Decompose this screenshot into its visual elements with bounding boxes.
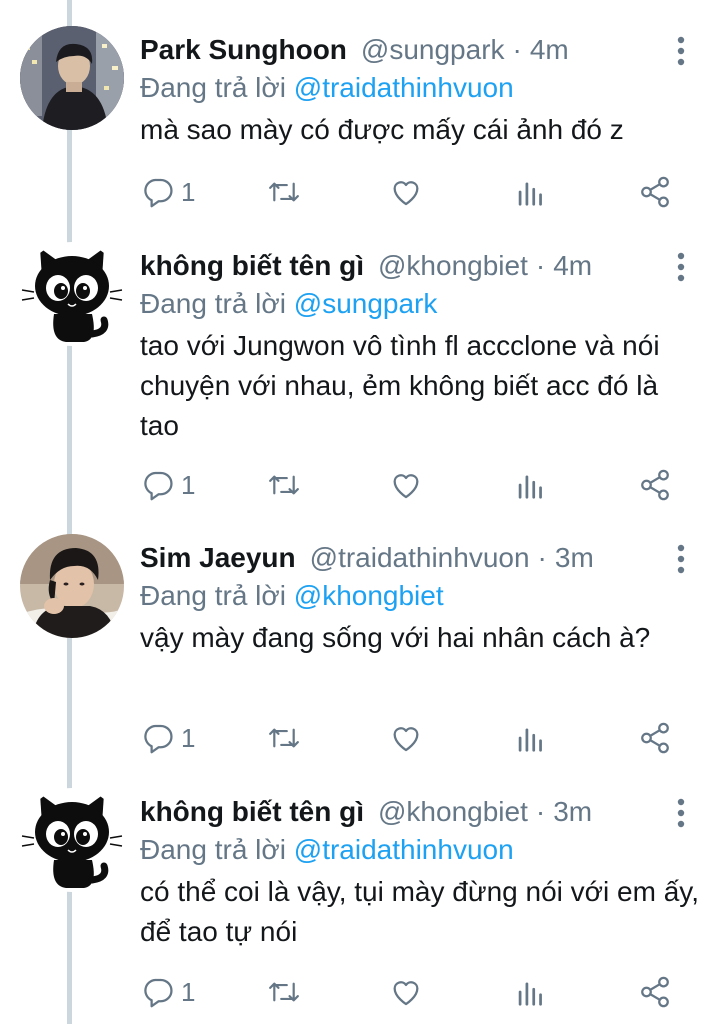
share-icon <box>641 176 669 208</box>
reply-button[interactable]: 1 <box>141 465 195 505</box>
tweet-text: có thể coi là vậy, tụi mày đừng nói với … <box>140 876 699 947</box>
share-icon <box>641 469 669 501</box>
more-icon[interactable] <box>674 252 688 282</box>
user-handle[interactable]: @khongbiet <box>378 244 528 288</box>
like-icon <box>393 181 419 206</box>
avatar[interactable] <box>20 26 124 130</box>
display-name[interactable]: Sim Jaeyun <box>140 536 296 580</box>
share-button[interactable] <box>638 465 672 505</box>
share-icon <box>641 976 669 1008</box>
display-name[interactable]: không biết tên gì <box>140 244 364 288</box>
timestamp[interactable]: 3m <box>553 790 592 834</box>
retweet-button[interactable] <box>266 718 302 758</box>
separator: · <box>537 542 547 573</box>
tweet-header: không biết tên gì @khongbiet · 3m <box>140 790 592 834</box>
reply-count: 1 <box>181 723 196 753</box>
replying-label: Đang trả lời <box>140 288 286 319</box>
like-icon <box>393 981 419 1006</box>
reply-button[interactable]: 1 <box>141 972 195 1012</box>
replying-to: Đang trả lời @traidathinhvuon <box>140 830 514 870</box>
avatar[interactable] <box>20 534 124 638</box>
timestamp[interactable]: 4m <box>553 244 592 288</box>
reply-icon <box>144 724 173 754</box>
analytics-icon <box>518 475 542 499</box>
analytics-button[interactable] <box>516 718 546 758</box>
tweet-header: Park Sunghoon @sungpark · 4m <box>140 28 569 72</box>
retweet-icon <box>269 728 299 748</box>
timestamp[interactable]: 3m <box>555 536 594 580</box>
avatar[interactable] <box>20 242 124 346</box>
photo-avatar-night-city <box>20 26 124 130</box>
analytics-icon <box>518 982 542 1006</box>
like-button[interactable] <box>389 172 423 212</box>
tweet-text: vậy mày đang sống với hai nhân cách à? <box>140 622 651 653</box>
timestamp[interactable]: 4m <box>530 28 569 72</box>
reply-button[interactable]: 1 <box>141 172 195 212</box>
tweet-header: không biết tên gì @khongbiet · 4m <box>140 244 592 288</box>
display-name[interactable]: không biết tên gì <box>140 790 364 834</box>
reply-count: 1 <box>181 977 196 1007</box>
reply-icon <box>144 178 173 208</box>
share-button[interactable] <box>638 718 672 758</box>
reply-count: 1 <box>181 177 196 207</box>
more-icon[interactable] <box>674 544 688 574</box>
photo-avatar-portrait <box>20 534 124 638</box>
analytics-icon <box>518 728 542 752</box>
retweet-icon <box>269 982 299 1002</box>
black-cat-avatar <box>20 788 124 892</box>
like-button[interactable] <box>389 718 423 758</box>
retweet-icon <box>269 182 299 202</box>
replying-to: Đang trả lời @sungpark <box>140 284 437 324</box>
like-button[interactable] <box>389 972 423 1012</box>
replying-to: Đang trả lời @traidathinhvuon <box>140 68 514 108</box>
user-handle[interactable]: @traidathinhvuon <box>310 536 530 580</box>
action-bar: 1 <box>0 465 720 505</box>
share-button[interactable] <box>638 972 672 1012</box>
separator: · <box>512 34 522 65</box>
analytics-button[interactable] <box>516 972 546 1012</box>
analytics-button[interactable] <box>516 465 546 505</box>
action-bar: 1 <box>0 718 720 758</box>
share-icon <box>641 722 669 754</box>
reply-icon <box>144 978 173 1008</box>
reply-mention[interactable]: @traidathinhvuon <box>294 72 514 103</box>
reply-count: 1 <box>181 470 196 500</box>
separator: · <box>535 796 546 827</box>
tweet-header: Sim Jaeyun @traidathinhvuon · 3m <box>140 536 594 580</box>
black-cat-avatar <box>20 242 124 346</box>
action-bar: 1 <box>0 172 720 212</box>
analytics-button[interactable] <box>516 172 546 212</box>
more-icon[interactable] <box>674 36 688 66</box>
like-icon <box>393 727 419 752</box>
replying-label: Đang trả lời <box>140 72 286 103</box>
retweet-icon <box>269 475 299 495</box>
replying-to: Đang trả lời @khongbiet <box>140 576 444 616</box>
user-handle[interactable]: @sungpark <box>361 28 505 72</box>
action-bar: 1 <box>0 972 720 1012</box>
retweet-button[interactable] <box>266 972 302 1012</box>
avatar[interactable] <box>20 788 124 892</box>
reply-mention[interactable]: @sungpark <box>294 288 438 319</box>
share-button[interactable] <box>638 172 672 212</box>
like-icon <box>393 474 419 499</box>
reply-icon <box>144 471 173 501</box>
analytics-icon <box>518 182 542 206</box>
replying-label: Đang trả lời <box>140 834 286 865</box>
like-button[interactable] <box>389 465 423 505</box>
tweet-text: mà sao mày có được mấy cái ảnh đó z <box>140 114 624 145</box>
reply-button[interactable]: 1 <box>141 718 195 758</box>
tweet-text: tao với Jungwon vô tình fl accclone và n… <box>140 330 660 441</box>
retweet-button[interactable] <box>266 172 302 212</box>
reply-mention[interactable]: @traidathinhvuon <box>294 834 514 865</box>
retweet-button[interactable] <box>266 465 302 505</box>
separator: · <box>535 250 546 281</box>
more-icon[interactable] <box>674 798 688 828</box>
user-handle[interactable]: @khongbiet <box>378 790 528 834</box>
display-name[interactable]: Park Sunghoon <box>140 28 347 72</box>
replying-label: Đang trả lời <box>140 580 286 611</box>
reply-mention[interactable]: @khongbiet <box>294 580 444 611</box>
